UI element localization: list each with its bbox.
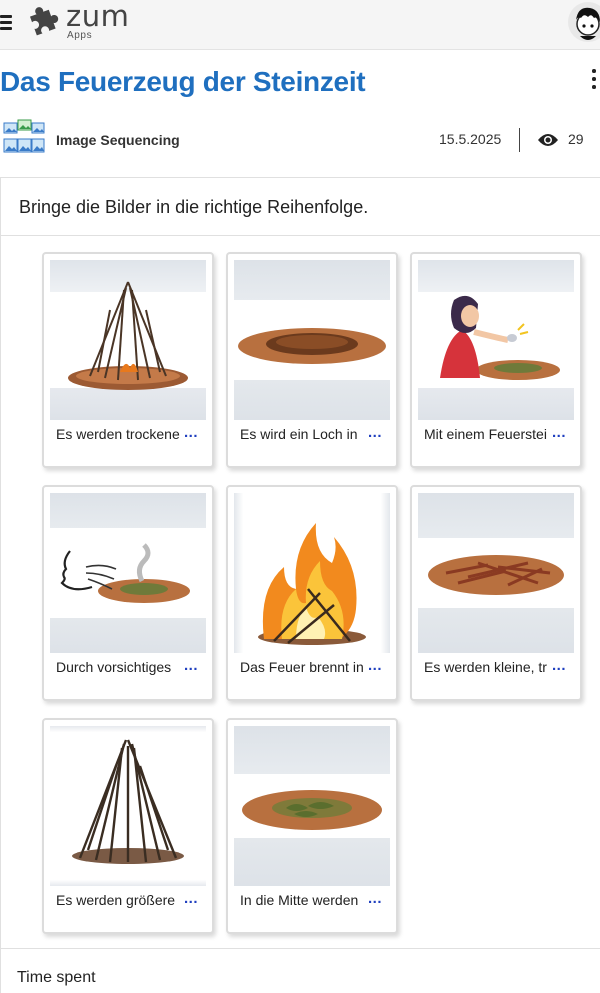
image-sequencing-icon — [3, 119, 45, 155]
card-more-link[interactable]: ... — [552, 657, 566, 674]
hamburger-icon[interactable] — [0, 13, 14, 31]
page-title: Das Feuerzeug der Steinzeit — [0, 66, 366, 97]
person-blowing-smoke-image — [50, 493, 206, 653]
dug-hole-image — [234, 260, 390, 420]
card-more-link[interactable]: ... — [184, 424, 198, 441]
logo-text: ZUM — [66, 0, 130, 33]
sequence-card[interactable]: In die Mitte werden ... — [226, 718, 398, 934]
card-caption: Mit einem Feuerstei — [424, 426, 547, 442]
sequence-card[interactable]: Es werden kleine, tr ... — [410, 485, 582, 701]
woman-striking-flint-image — [418, 260, 574, 420]
sequence-card[interactable]: Mit einem Feuerstei ... — [410, 252, 582, 468]
content-meta-row: Image Sequencing 15.5.2025 29 — [0, 116, 600, 160]
content-type-label: Image Sequencing — [56, 132, 180, 148]
sequence-card[interactable]: Es wird ein Loch in ... — [226, 252, 398, 468]
publish-date: 15.5.2025 — [439, 131, 502, 147]
sequence-card[interactable]: Es werden trockene ... — [42, 252, 214, 468]
card-caption: Es werden trockene — [56, 426, 180, 442]
meta-divider — [519, 128, 520, 152]
large-stick-pile-image — [50, 726, 206, 886]
eye-icon — [537, 132, 559, 148]
task-panel: Bringe die Bilder in die richtige Reihen… — [0, 177, 600, 993]
card-caption: Es werden größere — [56, 892, 176, 908]
card-caption: Es wird ein Loch in — [240, 426, 358, 442]
time-spent-row: Time spent — [0, 948, 600, 993]
card-caption: In die Mitte werden — [240, 892, 359, 908]
instruction-box: Bringe die Bilder in die richtige Reihen… — [1, 178, 600, 236]
logo-subtext: Apps — [67, 30, 93, 41]
card-more-link[interactable]: ... — [184, 890, 198, 907]
app-bar: ZUM Apps — [0, 0, 600, 50]
card-more-link[interactable]: ... — [552, 424, 566, 441]
time-spent-label: Time spent — [17, 969, 96, 986]
small-twigs-on-ground-image — [418, 493, 574, 653]
stick-pile-burning-image — [50, 260, 206, 420]
card-caption: Durch vorsichtiges — [56, 659, 172, 675]
view-count: 29 — [568, 131, 584, 147]
large-fire-image — [234, 493, 390, 653]
instruction-text: Bringe die Bilder in die richtige Reihen… — [19, 197, 369, 217]
sequence-card[interactable]: Es werden größere ... — [42, 718, 214, 934]
zum-apps-logo[interactable]: ZUM Apps — [26, 0, 136, 44]
user-avatar-icon[interactable] — [568, 2, 600, 42]
sequence-card[interactable]: Durch vorsichtiges ... — [42, 485, 214, 701]
puzzle-icon — [29, 7, 59, 36]
card-more-link[interactable]: ... — [368, 657, 382, 674]
card-caption: Es werden kleine, tr — [424, 659, 547, 675]
card-caption: Das Feuer brennt in — [240, 659, 364, 675]
card-more-link[interactable]: ... — [184, 657, 198, 674]
leaves-in-center-image — [234, 726, 390, 886]
kebab-icon[interactable] — [590, 68, 598, 92]
card-more-link[interactable]: ... — [368, 424, 382, 441]
sequence-card[interactable]: Das Feuer brennt in ... — [226, 485, 398, 701]
card-more-link[interactable]: ... — [368, 890, 382, 907]
